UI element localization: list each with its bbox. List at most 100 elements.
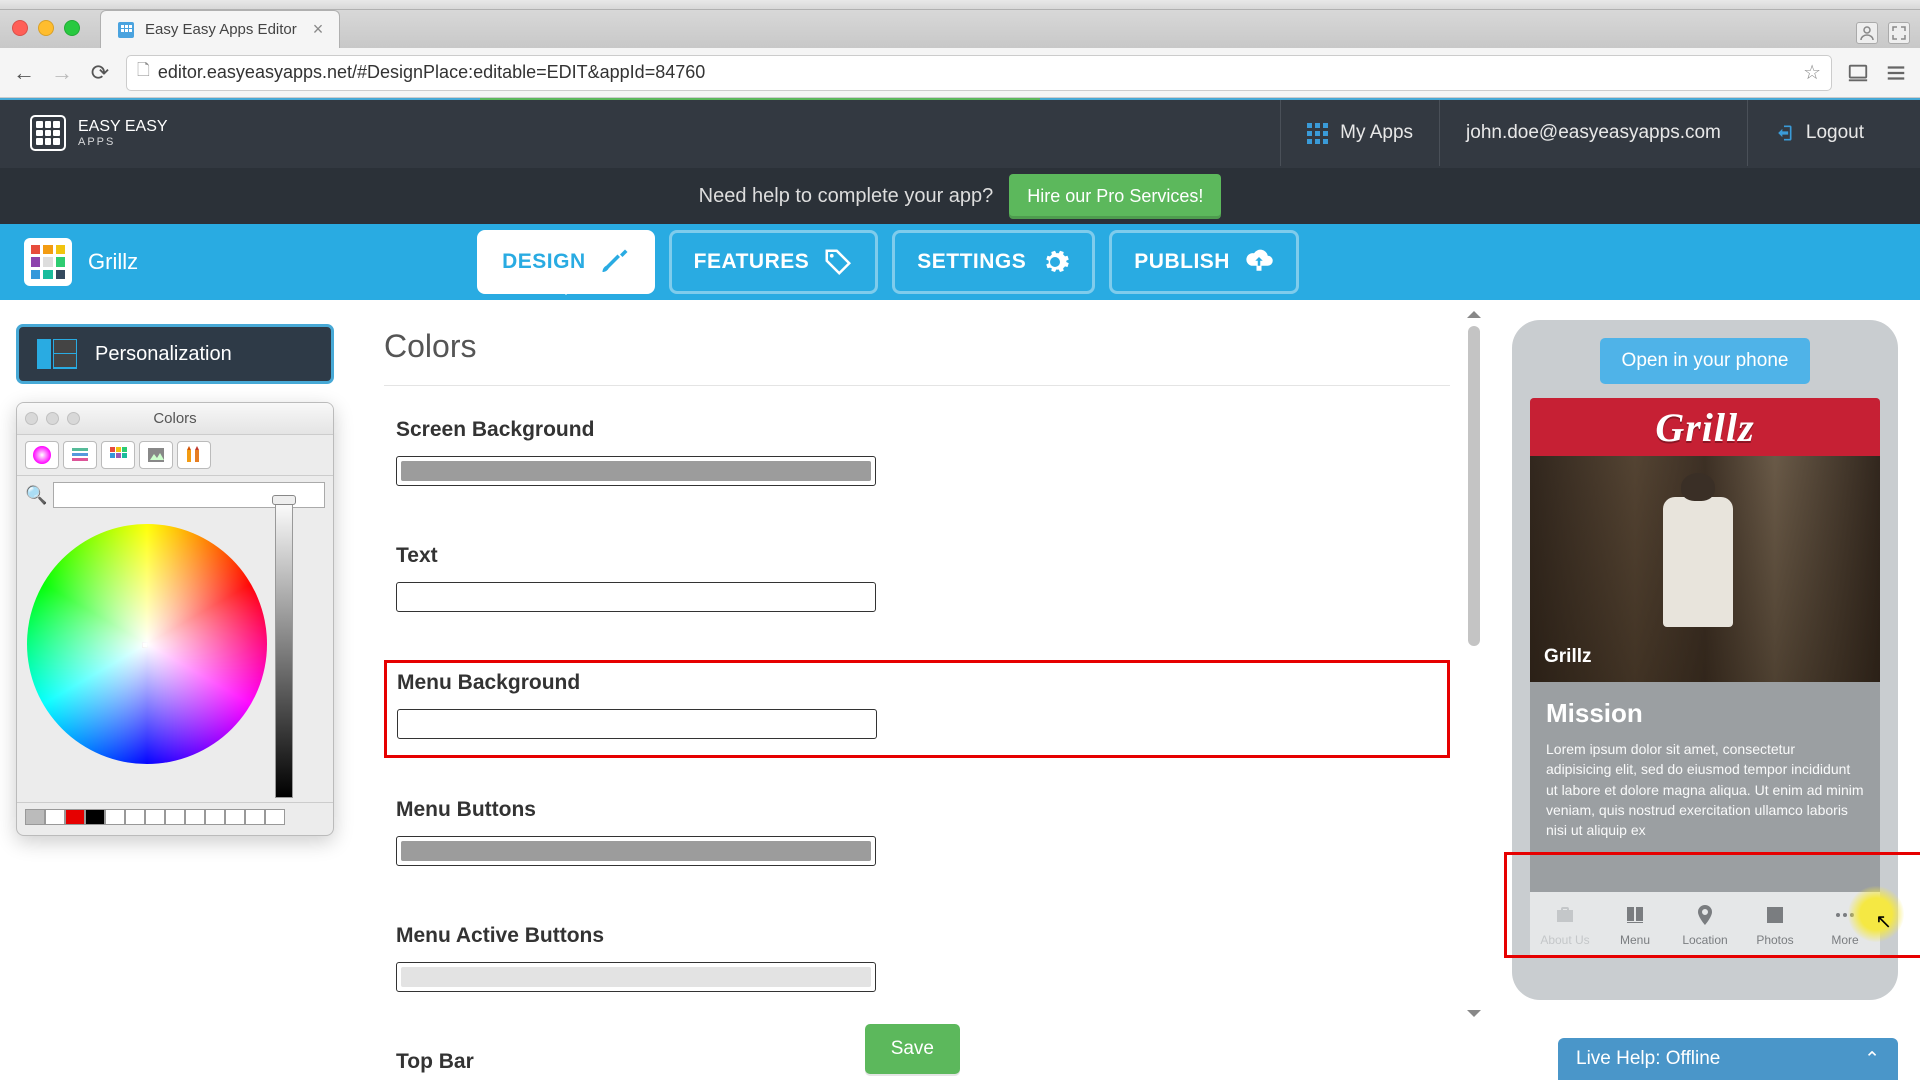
- tab-design[interactable]: DESIGN: [477, 230, 655, 294]
- url-text: editor.easyeasyapps.net/#DesignPlace:edi…: [158, 62, 705, 83]
- browser-tab[interactable]: Easy Easy Apps Editor ×: [100, 10, 340, 48]
- color-field: Screen Background: [384, 408, 1450, 504]
- tab-publish[interactable]: PUBLISH: [1109, 230, 1299, 294]
- swatch[interactable]: [185, 809, 205, 825]
- tab-features[interactable]: FEATURES: [669, 230, 879, 294]
- live-help-text: Live Help: Offline: [1576, 1048, 1720, 1070]
- logout-link[interactable]: Logout: [1747, 100, 1890, 166]
- panel-traffic-lights: [25, 412, 80, 425]
- current-app-chip[interactable]: Grillz: [24, 238, 138, 286]
- fullscreen-icon[interactable]: [1888, 22, 1910, 44]
- app-chip-icon: [24, 238, 72, 286]
- swatch[interactable]: [105, 809, 125, 825]
- swatch[interactable]: [25, 809, 45, 825]
- tag-icon: [823, 247, 853, 277]
- color-wheel[interactable]: [27, 524, 267, 764]
- preview-topbar: Grillz: [1530, 398, 1880, 456]
- color-field: Menu Active Buttons: [384, 914, 1450, 1010]
- tab-title: Easy Easy Apps Editor: [145, 21, 297, 38]
- logout-icon: [1774, 123, 1794, 143]
- color-swatch-input[interactable]: [397, 709, 877, 739]
- preview-section-title: Mission: [1546, 698, 1864, 729]
- account-icon[interactable]: [1856, 22, 1878, 44]
- color-swatch-input[interactable]: [396, 962, 876, 992]
- brightness-thumb[interactable]: [272, 495, 296, 505]
- color-swatch-input[interactable]: [396, 836, 876, 866]
- logo-text-sub: APPS: [78, 136, 168, 148]
- bookmark-star-icon[interactable]: ☆: [1803, 60, 1821, 85]
- editor-nav: Grillz DESIGN FEATURES SETTINGS PUBLISH: [0, 224, 1920, 300]
- color-picker-panel: Colors 🔍: [16, 402, 334, 836]
- scroll-up-icon[interactable]: [1467, 304, 1481, 318]
- panel-heading: Colors: [384, 328, 1450, 365]
- scroll-down-icon[interactable]: [1467, 1010, 1481, 1024]
- swatch[interactable]: [125, 809, 145, 825]
- swatch[interactable]: [85, 809, 105, 825]
- address-bar[interactable]: 🗋 editor.easyeasyapps.net/#DesignPlace:e…: [126, 55, 1832, 91]
- user-email[interactable]: john.doe@easyeasyapps.com: [1439, 100, 1747, 166]
- tab-settings[interactable]: SETTINGS: [892, 230, 1095, 294]
- open-in-phone-button[interactable]: Open in your phone: [1600, 338, 1811, 384]
- browser-tab-strip: Easy Easy Apps Editor ×: [0, 10, 1920, 48]
- device-icon[interactable]: [1846, 61, 1870, 85]
- swatch[interactable]: [225, 809, 245, 825]
- save-button[interactable]: Save: [865, 1024, 960, 1074]
- window-traffic-lights: [12, 20, 80, 36]
- app-name: Grillz: [88, 249, 138, 275]
- my-apps-link[interactable]: My Apps: [1280, 100, 1439, 166]
- tab-publish-label: PUBLISH: [1134, 250, 1230, 274]
- swatch[interactable]: [45, 809, 65, 825]
- phone-frame: Open in your phone Grillz Grillz Mission…: [1512, 320, 1898, 1000]
- reload-button[interactable]: ⟳: [88, 61, 112, 85]
- swatch[interactable]: [205, 809, 225, 825]
- swatch[interactable]: [65, 809, 85, 825]
- mac-titlebar: [0, 0, 1920, 10]
- mode-image-icon[interactable]: [139, 441, 173, 469]
- window-minimize-icon[interactable]: [38, 20, 54, 36]
- divider: [384, 385, 1450, 386]
- color-field-label: Menu Buttons: [396, 798, 1438, 822]
- scroll-thumb[interactable]: [1468, 326, 1480, 646]
- color-field: Text: [384, 534, 1450, 630]
- swatch[interactable]: [265, 809, 285, 825]
- tab-close-icon[interactable]: ×: [313, 19, 324, 40]
- forward-button[interactable]: →: [50, 61, 74, 85]
- window-close-icon[interactable]: [12, 20, 28, 36]
- preview-column: Open in your phone Grillz Grillz Mission…: [1490, 300, 1920, 1080]
- brush-icon: [600, 247, 630, 277]
- promo-cta-button[interactable]: Hire our Pro Services!: [1009, 174, 1221, 219]
- personalization-label: Personalization: [95, 343, 232, 366]
- app-logo[interactable]: EASY EASY APPS: [30, 115, 168, 151]
- hero-figure: [1663, 497, 1733, 627]
- personalization-icon: [37, 339, 77, 369]
- mode-palettes-icon[interactable]: [101, 441, 135, 469]
- chevron-up-icon: ⌃: [1864, 1048, 1880, 1071]
- swatch[interactable]: [165, 809, 185, 825]
- personalization-button[interactable]: Personalization: [16, 324, 334, 384]
- color-wheel-cursor[interactable]: [142, 642, 148, 648]
- workspace: Personalization Colors 🔍: [0, 300, 1920, 1080]
- tab-favicon-icon: [117, 21, 135, 39]
- cursor-icon: ↖: [1875, 909, 1892, 934]
- swatch[interactable]: [245, 809, 265, 825]
- color-field-label: Text: [396, 544, 1438, 568]
- cloud-upload-icon: [1244, 247, 1274, 277]
- tab-design-label: DESIGN: [502, 250, 586, 274]
- promo-bar: Need help to complete your app? Hire our…: [0, 168, 1920, 224]
- menu-icon[interactable]: [1884, 61, 1908, 85]
- color-field-label: Screen Background: [396, 418, 1438, 442]
- swatch[interactable]: [145, 809, 165, 825]
- mode-sliders-icon[interactable]: [63, 441, 97, 469]
- brightness-slider[interactable]: [275, 498, 293, 798]
- gear-icon: [1040, 247, 1070, 277]
- color-swatch-input[interactable]: [396, 582, 876, 612]
- mode-wheel-icon[interactable]: [25, 441, 59, 469]
- preview-hero-image: Grillz: [1530, 456, 1880, 682]
- mode-crayons-icon[interactable]: [177, 441, 211, 469]
- back-button[interactable]: ←: [12, 61, 36, 85]
- color-swatch-input[interactable]: [396, 456, 876, 486]
- live-help-bar[interactable]: Live Help: Offline ⌃: [1558, 1038, 1898, 1080]
- window-zoom-icon[interactable]: [64, 20, 80, 36]
- left-sidebar: Personalization Colors 🔍: [0, 300, 350, 1080]
- vertical-scrollbar[interactable]: [1466, 304, 1482, 1024]
